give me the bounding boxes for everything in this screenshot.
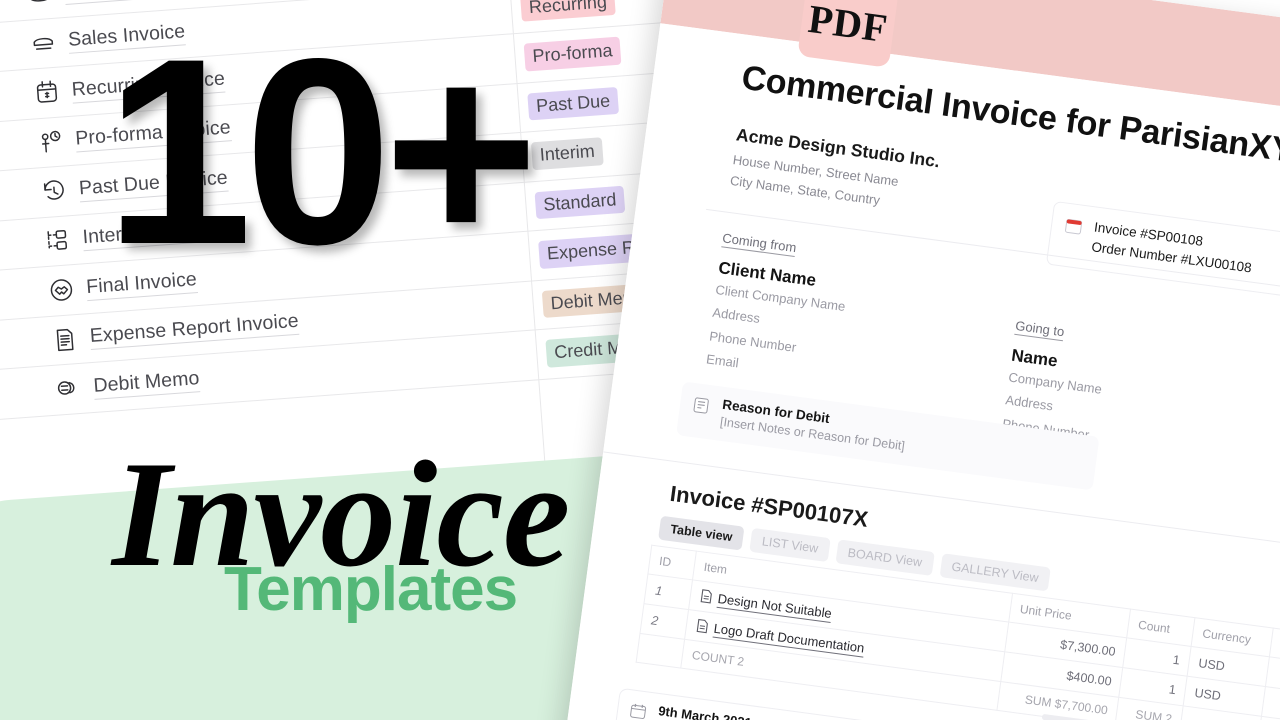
calendar-icon [1064, 217, 1083, 236]
invoice-document-preview[interactable]: PDF Commercial Invoice for ParisianXYZ A… [560, 0, 1280, 720]
type-tag-cell[interactable]: Standard [534, 185, 626, 220]
item-amount: 400 [1261, 686, 1280, 720]
type-tag-cell[interactable]: Past Due [527, 86, 620, 121]
calendar-small-icon [629, 702, 647, 720]
summary-spacer [636, 633, 685, 669]
poster-canvas: Timesheet InvoiceStandardEnglishStandard… [0, 0, 1280, 720]
report-doc-icon [51, 326, 79, 354]
invoice-type-label: Debit Memo [92, 366, 201, 400]
type-tag: Interim [530, 137, 604, 171]
interim-nodes-icon [44, 227, 72, 255]
type-tag: Recurring [520, 0, 616, 23]
type-tag-cell[interactable]: Recurring [520, 0, 616, 23]
self-bill-icon [26, 0, 54, 8]
sender-party-block: Coming from Client Name Client Company N… [705, 229, 853, 388]
invoice-type-label: Expense Report Invoice [89, 310, 300, 351]
calendar-dollar-icon [33, 79, 61, 107]
pdf-badge: PDF [797, 0, 899, 68]
sale-tag-icon [29, 30, 57, 58]
proforma-icon [37, 128, 65, 156]
type-tag: Standard [534, 185, 626, 220]
type-tag: Past Due [527, 86, 620, 121]
brand-title: Invoice Templates [112, 438, 570, 621]
clock-back-icon [40, 178, 68, 206]
handshake-circle-icon [48, 276, 76, 304]
going-to-label: Going to [1014, 317, 1066, 342]
debit-memo-icon [55, 375, 83, 403]
type-tag-cell[interactable]: Interim [530, 137, 604, 171]
note-icon [692, 396, 710, 415]
type-tag: Pro-forma [523, 36, 622, 72]
type-tag-cell[interactable]: Pro-forma [523, 36, 622, 72]
count-badge: 10+ [105, 4, 539, 300]
